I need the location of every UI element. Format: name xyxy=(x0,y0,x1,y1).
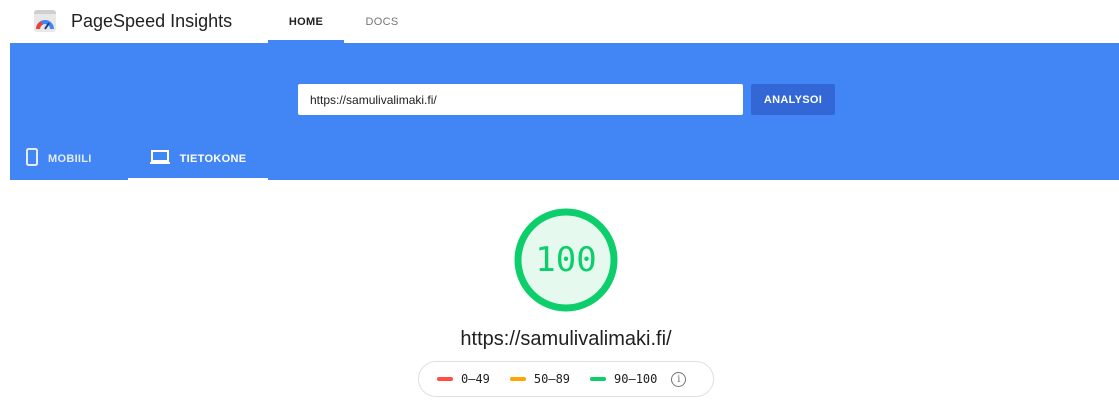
legend-label: 90–100 xyxy=(614,372,658,386)
legend-item-average: 50–89 xyxy=(509,372,571,386)
green-dash-icon xyxy=(590,377,607,381)
legend-item-pass: 90–100 xyxy=(590,372,657,386)
nav-tab-home[interactable]: HOME xyxy=(268,0,344,43)
top-bar: PageSpeed Insights HOME DOCS xyxy=(0,0,1119,43)
info-icon[interactable]: i xyxy=(671,371,687,387)
legend-item-fail: 0–49 xyxy=(437,372,490,386)
laptop-icon xyxy=(149,150,170,167)
tab-mobile-label: MOBIILI xyxy=(48,152,92,165)
tab-desktop-label: TIETOKONE xyxy=(179,152,247,165)
phone-icon xyxy=(26,148,38,169)
hero-banner: ANALYSOI MOBIILI TIETOKONE xyxy=(10,43,1119,180)
legend-label: 0–49 xyxy=(461,372,490,386)
app-title[interactable]: PageSpeed Insights xyxy=(71,11,232,32)
pagespeed-logo-icon[interactable] xyxy=(34,10,56,32)
red-dash-icon xyxy=(437,377,453,381)
performance-score: 100 xyxy=(535,240,597,280)
nav-tab-docs[interactable]: DOCS xyxy=(344,0,420,43)
score-legend: 0–49 50–89 90–100 i xyxy=(418,361,714,397)
analyze-button[interactable]: ANALYSOI xyxy=(751,84,835,115)
orange-dash-icon xyxy=(509,377,526,381)
tab-mobile[interactable]: MOBIILI xyxy=(26,137,126,180)
url-input[interactable] xyxy=(298,84,743,115)
tab-desktop[interactable]: TIETOKONE xyxy=(128,137,268,180)
tested-url: https://samulivalimaki.fi/ xyxy=(460,328,672,350)
legend-label: 50–89 xyxy=(533,372,571,386)
